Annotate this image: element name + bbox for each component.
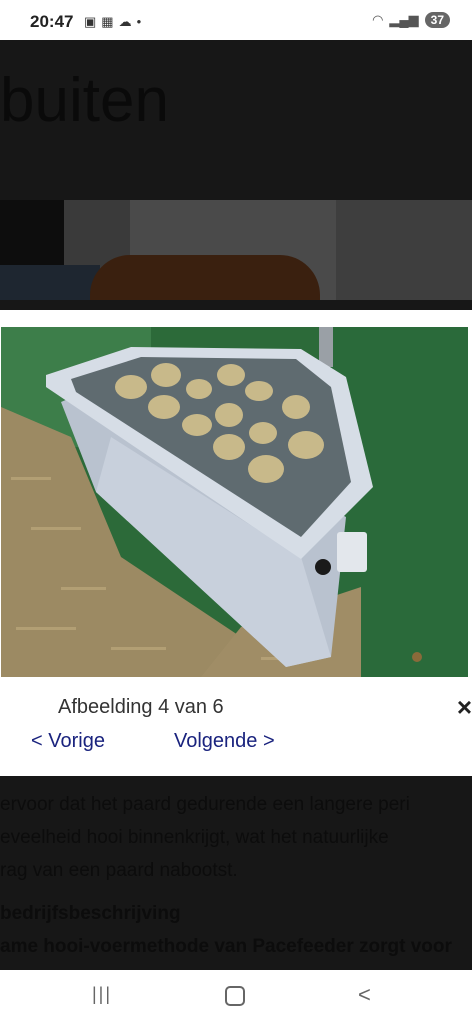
- horse-head: [90, 255, 320, 300]
- recent-apps-button[interactable]: |||: [92, 984, 112, 1005]
- hay-feeder-photo: [1, 327, 468, 677]
- section-heading: bedrijfsbeschrijving: [0, 903, 181, 924]
- lightbox-image: [1, 327, 468, 677]
- paragraph-line: rag van een paard nabootst.: [0, 860, 238, 881]
- close-button[interactable]: ×: [457, 692, 472, 723]
- notification-icons: ▣▦☁•: [84, 14, 146, 30]
- system-icons: ◠ ▂▄▆ 37: [372, 12, 450, 28]
- paragraph-line: eveelheid hooi binnenkrijgt, wat het nat…: [0, 827, 389, 848]
- wifi-icon: ◠: [372, 12, 384, 27]
- status-bar: 20:47 ▣▦☁• ◠ ▂▄▆ 37: [0, 0, 472, 40]
- dot-icon: •: [136, 14, 147, 29]
- battery-indicator: 37: [424, 12, 450, 28]
- cloud-icon: ☁: [118, 14, 137, 29]
- screenshot-icon: ▣: [84, 14, 102, 29]
- bold-line: ame hooi-voermethode van Pacefeeder zorg…: [0, 936, 452, 957]
- image-lightbox: Afbeelding 4 van 6 × < Vorige Volgende >: [0, 310, 472, 776]
- back-button[interactable]: <: [358, 982, 371, 1008]
- image-caption: Afbeelding 4 van 6: [58, 696, 224, 718]
- background-photo: [0, 200, 472, 300]
- status-time: 20:47: [30, 12, 74, 31]
- background-heading: buiten: [0, 66, 169, 135]
- horse-blanket: [0, 265, 100, 300]
- paragraph-line: ervoor dat het paard gedurende een lange…: [0, 794, 410, 815]
- previous-image-link[interactable]: < Vorige: [31, 730, 105, 753]
- signal-icon: ▂▄▆: [389, 12, 419, 27]
- calendar-icon: ▦: [101, 14, 119, 29]
- background-article-text: ervoor dat het paard gedurende een lange…: [0, 788, 472, 963]
- home-button[interactable]: [225, 986, 245, 1006]
- system-navigation-bar: ||| <: [0, 970, 472, 1024]
- next-image-link[interactable]: Volgende >: [174, 730, 275, 753]
